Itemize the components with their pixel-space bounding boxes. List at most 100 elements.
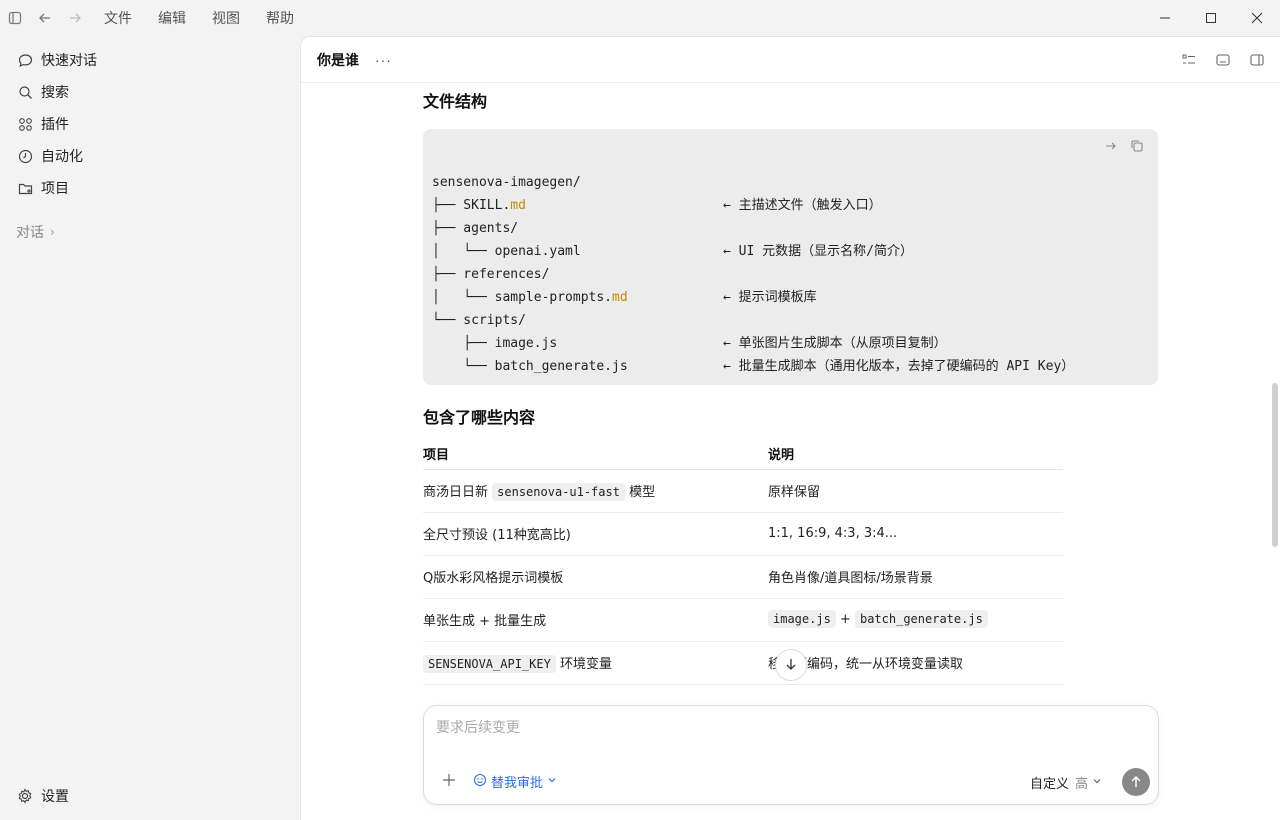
section-heading-contents: 包含了哪些内容	[423, 408, 536, 427]
settings-area: 设置	[0, 780, 69, 812]
insert-arrow-icon[interactable]	[1102, 137, 1120, 155]
chevron-right-icon: ›	[50, 225, 55, 239]
menu-bar: 文件 编辑 视图 帮助	[104, 8, 320, 28]
sidebar-section-conversations[interactable]: 对话 ›	[0, 216, 300, 248]
sidebar-item-label: 自动化	[41, 149, 83, 165]
table-row: Q版水彩风格提示词模板 角色肖像/道具图标/场景背景	[423, 555, 1063, 599]
header-actions	[1166, 49, 1268, 71]
level-label: 高	[1074, 777, 1088, 792]
code-line: └── batch_generate.js ← 批量生成脚本（通用化版本，去掉了硬…	[432, 359, 1075, 374]
table-header: 项目	[423, 439, 768, 470]
inline-code: batch_generate.js	[854, 610, 988, 628]
table-header: 说明	[768, 439, 1063, 470]
gear-icon	[16, 787, 34, 805]
menu-view[interactable]: 视图	[212, 8, 240, 28]
approval-mode-dropdown[interactable]: 替我审批	[473, 772, 557, 791]
table-cell: image.js + batch_generate.js	[768, 598, 1063, 642]
code-line: ├── image.js ← 单张图片生成脚本（从原项目复制）	[432, 336, 947, 351]
message-input[interactable]	[436, 720, 1136, 736]
table-row: SENSENOVA_API_KEY 环境变量 移除硬编码，统一从环境变量读取	[423, 641, 1063, 685]
code-line: │ └── sample-prompts.md ← 提示词模板库	[432, 290, 817, 305]
right-panel-icon[interactable]	[1246, 49, 1268, 71]
clock-icon	[16, 147, 34, 165]
maximize-icon[interactable]	[1188, 0, 1234, 36]
scroll-to-bottom-button[interactable]	[775, 649, 807, 681]
menu-help[interactable]: 帮助	[266, 8, 294, 28]
table-cell: 商汤日日新 sensenova-u1-fast 模型	[423, 469, 768, 513]
sidebar-item-label: 插件	[41, 117, 69, 133]
chevron-down-icon	[547, 775, 557, 788]
code-line: │ └── openai.yaml ← UI 元数据（显示名称/简介）	[432, 244, 913, 259]
chevron-down-icon	[1092, 776, 1102, 789]
message-composer: 替我审批 自定义 高	[423, 705, 1159, 805]
model-mode-dropdown[interactable]: 自定义 高	[1030, 773, 1102, 792]
title-bar: 文件 编辑 视图 帮助	[0, 0, 1280, 36]
settings-label: 设置	[41, 789, 69, 805]
inline-code: image.js	[768, 610, 836, 628]
table-cell: 角色肖像/道具图标/场景背景	[768, 555, 1063, 599]
inline-code: sensenova-u1-fast	[492, 483, 625, 501]
close-icon[interactable]	[1234, 0, 1280, 36]
bottom-panel-icon[interactable]	[1212, 49, 1234, 71]
table-cell: 移除硬编码，统一从环境变量读取	[768, 641, 1063, 685]
outline-list-icon[interactable]	[1178, 49, 1200, 71]
chat-bubble-icon	[16, 51, 34, 69]
table-cell: 单张生成 + 批量生成	[423, 598, 768, 642]
sidebar-item-plugins[interactable]: 插件	[0, 108, 300, 140]
table-cell: 全尺寸预设 (11种宽高比)	[423, 512, 768, 556]
menu-edit[interactable]: 编辑	[158, 8, 186, 28]
sidebar-toggle-icon[interactable]	[0, 0, 30, 36]
table-row: 单张生成 + 批量生成 image.js + batch_generate.js	[423, 598, 1063, 642]
code-line: sensenova-imagegen/	[432, 175, 581, 190]
contents-table: 项目 说明 商汤日日新 sensenova-u1-fast 模型 原样保留 全尺…	[423, 439, 1063, 685]
sidebar-item-search[interactable]: 搜索	[0, 76, 300, 108]
message-content: 文件结构 sensenova-imagegen/ ├── SKILL.md ← 主…	[423, 83, 1159, 685]
code-line: └── scripts/	[432, 313, 526, 328]
code-line: ├── references/	[432, 267, 550, 282]
send-button[interactable]	[1122, 768, 1150, 796]
settings-button[interactable]: 设置	[0, 780, 69, 812]
code-block: sensenova-imagegen/ ├── SKILL.md ← 主描述文件（…	[423, 129, 1158, 385]
inline-code: SENSENOVA_API_KEY	[423, 655, 556, 673]
back-arrow-icon[interactable]	[30, 0, 60, 36]
sidebar-item-label: 搜索	[41, 85, 69, 101]
sidebar-item-quick-chat[interactable]: 快速对话	[0, 44, 300, 76]
table-cell: SENSENOVA_API_KEY 环境变量	[423, 641, 768, 685]
table-header-row: 项目 说明	[423, 439, 1063, 470]
sidebar-item-label: 项目	[41, 181, 69, 197]
approve-face-icon	[473, 773, 487, 791]
section-label: 对话	[16, 225, 44, 241]
section-heading-file-structure: 文件结构	[423, 92, 488, 111]
mode-label: 自定义	[1029, 777, 1069, 792]
search-icon	[16, 83, 34, 101]
add-attachment-button[interactable]	[438, 770, 460, 792]
table-cell: Q版水彩风格提示词模板	[423, 555, 768, 599]
conversation-header: 你是谁 ···	[301, 37, 1280, 83]
window-controls	[1142, 0, 1280, 36]
sidebar-item-projects[interactable]: 项目	[0, 172, 300, 204]
arrow-up-icon	[1131, 776, 1141, 787]
code-line: ├── SKILL.md ← 主描述文件（触发入口）	[432, 198, 882, 213]
sidebar-item-automation[interactable]: 自动化	[0, 140, 300, 172]
arrow-down-icon	[784, 657, 798, 674]
plus-icon	[443, 774, 455, 786]
sidebar-item-label: 快速对话	[41, 53, 97, 69]
menu-file[interactable]: 文件	[104, 8, 132, 28]
approval-mode-label: 替我审批	[491, 776, 544, 791]
plugins-grid-icon	[16, 115, 34, 133]
minimize-icon[interactable]	[1142, 0, 1188, 36]
sidebar: 快速对话 搜索 插件 自动化 项目 对话 › 设置	[0, 36, 300, 820]
code-line: ├── agents/	[432, 221, 519, 236]
folder-icon	[16, 179, 34, 197]
composer-toolbar: 替我审批 自定义 高	[424, 768, 1158, 796]
page-title: 你是谁	[317, 52, 359, 69]
copy-icon[interactable]	[1128, 137, 1146, 155]
main-panel: 你是谁 ··· 文件结构 sensenova-imagegen/ ├── SKI…	[300, 36, 1280, 820]
table-cell: 1:1, 16:9, 4:3, 3:4...	[768, 512, 1063, 556]
table-cell: 原样保留	[768, 469, 1063, 513]
code-actions	[1094, 137, 1146, 155]
scrollbar-thumb[interactable]	[1272, 383, 1278, 547]
table-row: 全尺寸预设 (11种宽高比) 1:1, 16:9, 4:3, 3:4...	[423, 512, 1063, 556]
more-options-button[interactable]: ···	[375, 52, 392, 68]
forward-arrow-icon[interactable]	[60, 0, 90, 36]
